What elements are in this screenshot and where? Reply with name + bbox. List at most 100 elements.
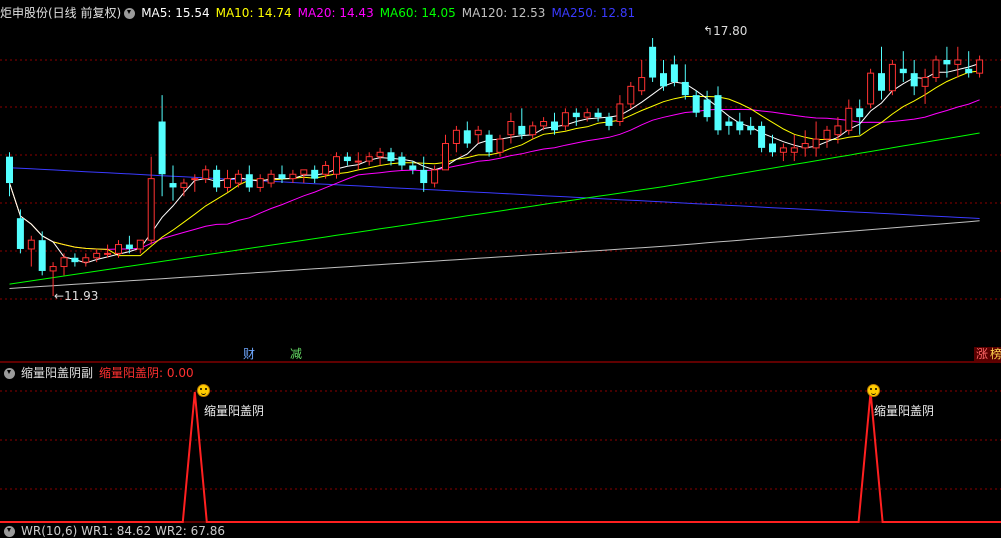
candle-body-down (158, 121, 166, 175)
wr-dropdown-icon[interactable] (4, 525, 15, 537)
candle-body-up (888, 63, 896, 92)
candle-body-up (354, 160, 362, 163)
candle-body-up (180, 182, 188, 188)
ma250-line (9, 167, 980, 219)
candle-body-up (540, 121, 548, 127)
kline-chart[interactable] (0, 0, 1001, 532)
candle-body-down (681, 81, 689, 96)
candle-body-down (692, 95, 700, 113)
candle-body-up (845, 107, 853, 131)
candle-body-down (169, 183, 177, 188)
signal-label: 缩量阳盖阴 (204, 404, 265, 418)
candle-body-down (714, 95, 722, 131)
candle-body-down (910, 73, 918, 87)
ranking-tag[interactable]: 榜 (988, 347, 1001, 361)
candle-body-up (638, 77, 646, 92)
candle-body-up (104, 252, 112, 255)
stock-title[interactable]: 炬申股份(日线 前复权) (0, 3, 121, 23)
ma-legend: MA5: 15.54 MA10: 14.74 MA20: 14.43 MA60: 14… (141, 3, 641, 23)
candle-body-down (551, 121, 558, 131)
candle-body-up (322, 164, 330, 175)
candle-body-down (485, 134, 493, 153)
low-price-label: ←11.93 (54, 289, 98, 303)
signal-line (0, 391, 1001, 523)
candle-body-up (115, 244, 122, 254)
finance-tag[interactable]: 财 (241, 347, 257, 361)
candle-body-down (736, 121, 744, 131)
candle-body-down (38, 240, 46, 271)
candle-body-up (224, 178, 231, 188)
candle-body-up (452, 129, 460, 144)
candle-body-up (234, 173, 242, 184)
candle-body-up (300, 169, 308, 175)
dropdown-icon[interactable] (124, 7, 136, 19)
candle-body-down (649, 46, 657, 78)
candle-body-down (899, 68, 907, 74)
candle-body-down (409, 165, 417, 170)
candle-body-down (6, 156, 13, 184)
high-arrow-icon: ↰ (703, 24, 714, 38)
candle-body-up (365, 156, 373, 162)
candle-body-down (387, 152, 395, 162)
sub-panel-header: 缩量阳盖阴副 缩量阳盖阴: 0.00 (0, 363, 200, 383)
indicator-value: 缩量阳盖阴: 0.00 (99, 366, 194, 380)
wr-label: WR(10,6) WR1: 84.62 WR2: 67.86 (21, 524, 226, 538)
low-price-value: 11.93 (64, 289, 99, 303)
candle-body-down (758, 125, 766, 148)
ma-legend-item: MA5: 15.54 (141, 6, 210, 20)
high-price-label: ↰17.80 (703, 24, 747, 38)
candle-body-up (93, 252, 101, 259)
candle-body-up (790, 147, 798, 153)
candle-body-up (921, 77, 929, 87)
candle-body-up (583, 112, 591, 118)
candle-body-up (507, 121, 515, 136)
candle-body-down (878, 73, 885, 91)
candle-body-up (289, 173, 297, 180)
candle-body-up (474, 129, 482, 136)
candle-body-up (561, 112, 569, 127)
candle-body-up (801, 142, 809, 149)
wr-panel-header: WR(10,6) WR1: 84.62 WR2: 67.86 (0, 524, 231, 538)
candle-body-down (213, 169, 221, 188)
candle-body-up (529, 125, 537, 136)
candle-body-up (779, 147, 787, 153)
sub-dropdown-icon[interactable] (4, 367, 15, 379)
candle-body-down (420, 169, 428, 184)
candle-body-down (769, 143, 776, 153)
candle-body-down (594, 112, 602, 118)
ma60-line (9, 132, 980, 285)
candle-body-up (256, 178, 264, 188)
ma120-line (9, 220, 980, 289)
candle-body-up (147, 178, 155, 241)
candle-body-down (725, 121, 733, 126)
candle-body-up (627, 85, 635, 105)
smiley-icon (197, 384, 210, 397)
candle-body-down (518, 125, 526, 135)
candle-body-up (616, 103, 624, 123)
indicator-title[interactable]: 缩量阳盖阴副 (21, 363, 93, 383)
signal-label: 缩量阳盖阴 (874, 404, 935, 418)
candle-body-up (60, 257, 68, 268)
candle-body-up (136, 239, 144, 250)
candle-body-down (311, 169, 319, 179)
candle-body-down (703, 99, 711, 118)
ma-legend-item: MA250: 12.81 (551, 6, 636, 20)
smiley-icon (867, 384, 880, 397)
candle-body-down (965, 68, 973, 74)
candle-body-down (71, 257, 79, 263)
candle-body-up (82, 257, 90, 263)
candle-body-up (191, 178, 199, 181)
candle-body-up (867, 72, 875, 105)
candle-body-up (823, 129, 831, 140)
candle-body-up (812, 138, 820, 149)
ma-legend-item: MA120: 12.53 (461, 6, 546, 20)
candle-body-up (932, 59, 940, 79)
candle-body-up (267, 173, 275, 184)
candle-body-down (245, 174, 253, 188)
candle-body-up (202, 169, 210, 180)
reduce-tag[interactable]: 减 (288, 347, 304, 361)
ma-legend-item: MA60: 14.05 (379, 6, 456, 20)
candle-body-up (442, 142, 449, 171)
low-arrow-icon: ← (54, 289, 65, 303)
candle-body-down (747, 125, 755, 131)
